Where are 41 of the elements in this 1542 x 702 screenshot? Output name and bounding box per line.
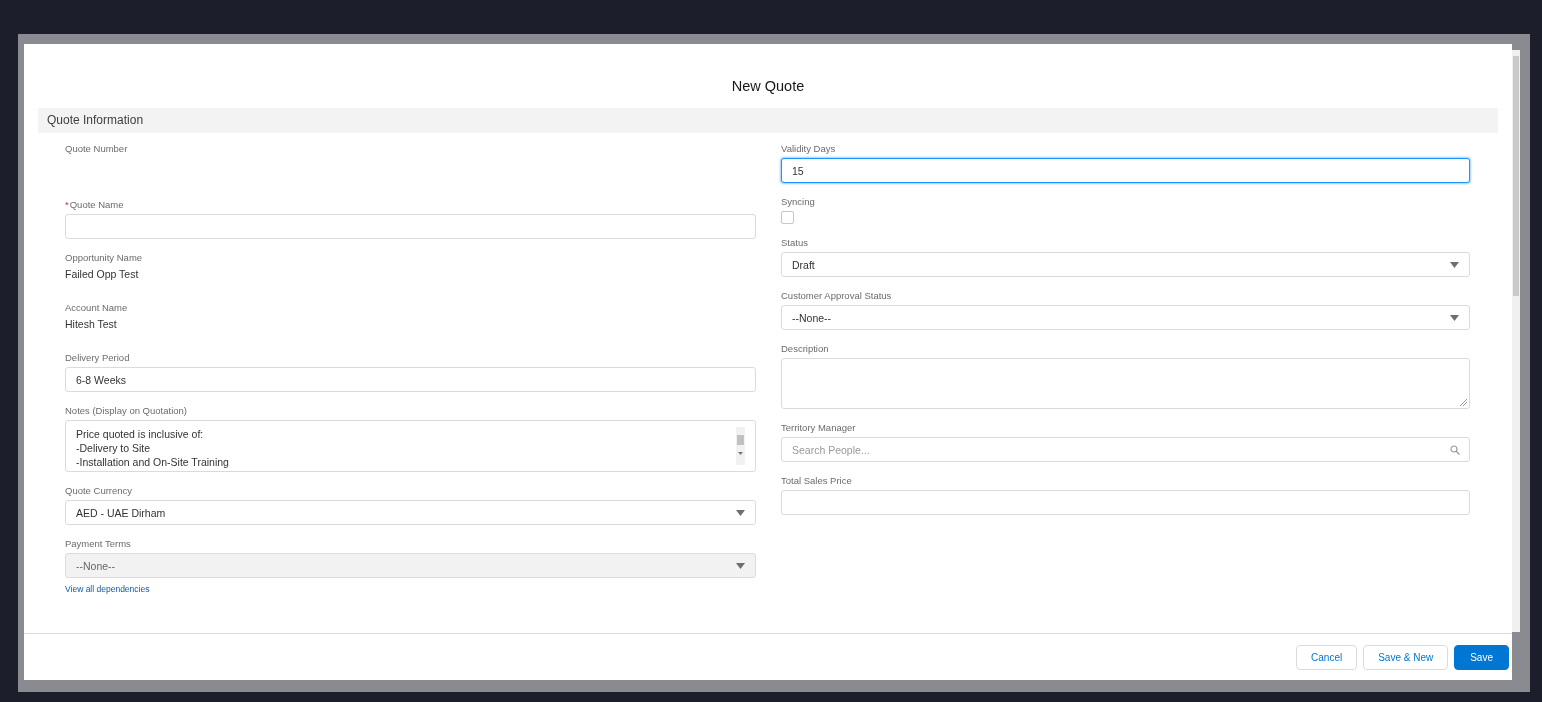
select-field[interactable]: AED - UAE Dirham (65, 500, 756, 525)
field-label: Validity Days (781, 142, 837, 155)
field-label: Total Sales Price (781, 474, 853, 487)
text-field[interactable]: 15 (781, 158, 1470, 183)
scrollbar[interactable] (1512, 50, 1520, 632)
dialog-button[interactable]: Cancel (1296, 644, 1358, 670)
text-field[interactable]: 6-8 Weeks (65, 367, 756, 392)
caret-icon (736, 562, 745, 569)
select-field[interactable]: Draft (781, 252, 1470, 277)
field-value: Hitesh Test (65, 318, 117, 330)
text-field[interactable] (65, 214, 756, 239)
field-value: Failed Opp Test (65, 268, 139, 280)
text-area[interactable] (781, 358, 1470, 409)
text-area[interactable]: Price quoted is inclusive of: -Delivery to Site -Installation and On-Site Training (65, 420, 756, 472)
field-label: Status (781, 236, 809, 249)
checkbox[interactable] (781, 211, 794, 224)
field-label: Description (781, 342, 830, 355)
dialog-title: New Quote (730, 77, 806, 96)
field-label: Notes (Display on Quotation) (65, 404, 188, 417)
caret-icon (1450, 314, 1459, 321)
section-header: Quote Information (38, 108, 1498, 133)
field-label: Territory Manager (781, 421, 857, 434)
field-label: Account Name (65, 301, 129, 314)
scrollbar-icon (736, 427, 745, 465)
dialog-button[interactable]: Save & New (1363, 644, 1449, 670)
field-label: *Quote Name (65, 198, 125, 211)
search-field[interactable]: Search People... (781, 437, 1470, 462)
field-label: Customer Approval Status (781, 289, 893, 302)
select-field[interactable]: --None-- (781, 305, 1470, 330)
resize-handle-icon (1460, 399, 1467, 406)
field-label: Quote Currency (65, 484, 134, 497)
dialog-button[interactable]: Save (1454, 644, 1509, 670)
search-icon (1450, 445, 1460, 455)
field-label: Opportunity Name (65, 251, 144, 264)
field-label: Payment Terms (65, 537, 132, 550)
text-field[interactable] (781, 490, 1470, 515)
field-label: Delivery Period (65, 351, 131, 364)
caret-icon (736, 509, 745, 516)
field-label: Quote Number (65, 142, 129, 155)
caret-icon (1450, 261, 1459, 268)
field-label: Syncing (781, 195, 816, 208)
